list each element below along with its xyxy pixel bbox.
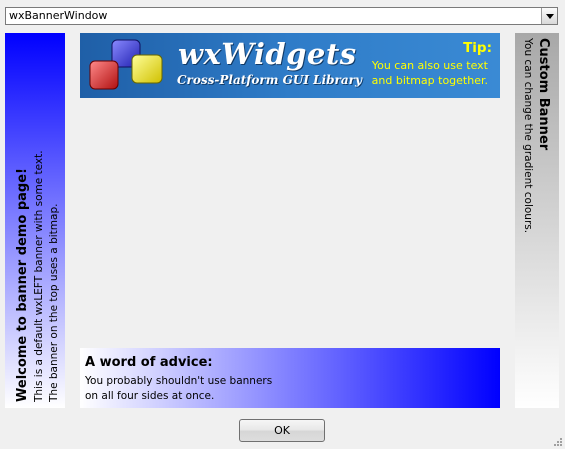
banner-type-select[interactable]: wxBannerWindow: [5, 7, 558, 25]
wxwidgets-logo-icon: [89, 39, 163, 90]
bottom-banner-text-line1: You probably shouldn't use banners: [85, 375, 273, 387]
bottom-banner-title: A word of advice:: [85, 355, 213, 370]
right-banner: Custom Banner You can change the gradien…: [515, 33, 559, 408]
tip-title: Tip:: [463, 40, 492, 56]
top-banner: wxWidgets Cross-Platform GUI Library Tip…: [80, 33, 500, 98]
left-banner-text-line2: The banner on the top uses a bitmap.: [48, 203, 60, 402]
left-banner-text-line1: This is a default wxLEFT banner with som…: [33, 150, 45, 402]
logo-title: wxWidgets: [178, 37, 357, 71]
ok-button[interactable]: OK: [239, 419, 325, 442]
banner-type-select-value: wxBannerWindow: [9, 9, 108, 22]
left-banner: Welcome to banner demo page! This is a d…: [5, 33, 65, 408]
left-banner-title: Welcome to banner demo page!: [15, 168, 30, 402]
bottom-banner: A word of advice: You probably shouldn't…: [80, 348, 500, 408]
right-banner-title: Custom Banner: [536, 38, 551, 151]
resize-grip-icon[interactable]: [553, 437, 563, 447]
bottom-banner-text-line2: on all four sides at once.: [85, 390, 215, 402]
tip-text-line1: You can also use text: [371, 59, 488, 72]
logo-subtitle: Cross-Platform GUI Library: [177, 73, 362, 87]
right-banner-text-line1: You can change the gradient colours.: [522, 38, 534, 234]
dropdown-arrow-icon[interactable]: [541, 8, 557, 24]
tip-text-line2: and bitmap together.: [371, 74, 488, 87]
